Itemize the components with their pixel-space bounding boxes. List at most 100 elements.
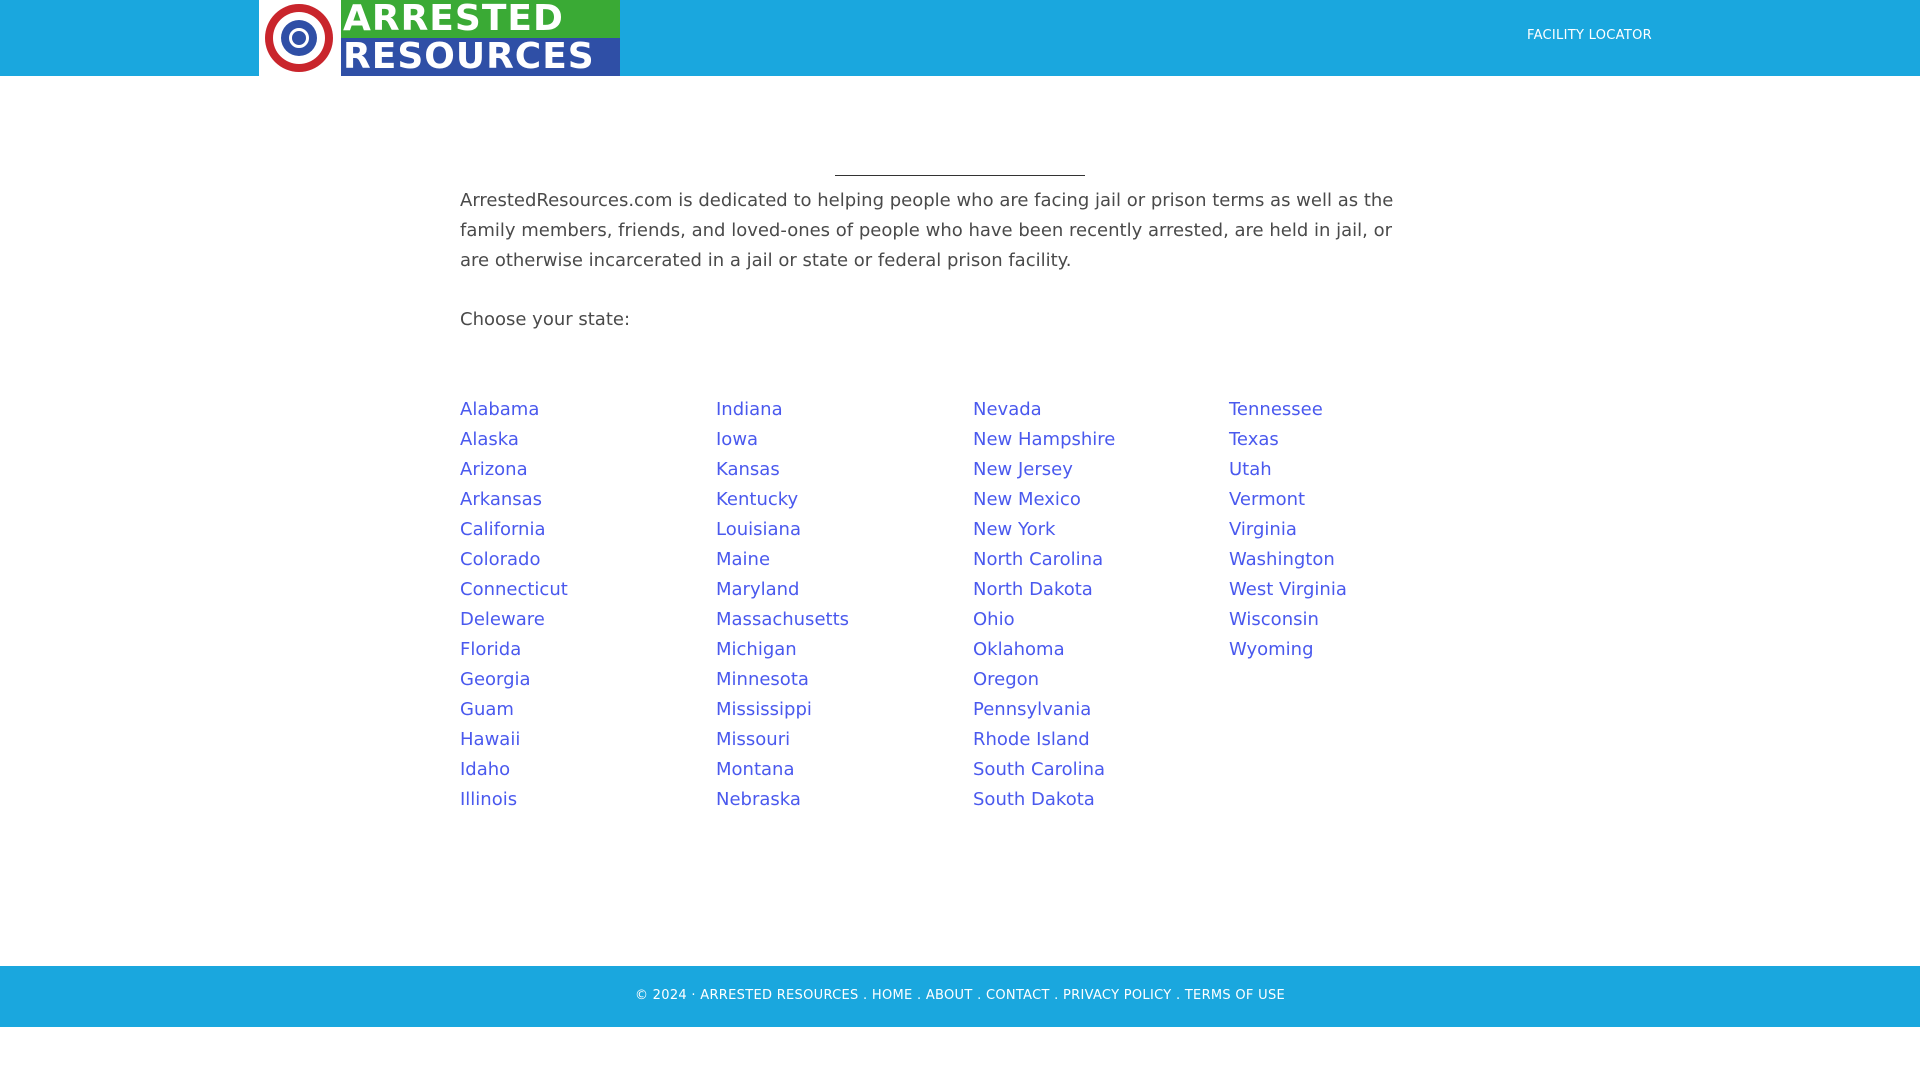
state-link-new-jersey[interactable]: New Jersey — [973, 459, 1073, 480]
state-link-kansas[interactable]: Kansas — [716, 459, 780, 480]
state-item: Virginia — [1229, 515, 1347, 545]
state-link-idaho[interactable]: Idaho — [460, 759, 510, 780]
state-link-maine[interactable]: Maine — [716, 549, 770, 570]
state-link-alaska[interactable]: Alaska — [460, 429, 519, 450]
state-item: Hawaii — [460, 725, 568, 755]
state-link-south-carolina[interactable]: South Carolina — [973, 759, 1105, 780]
state-link-illinois[interactable]: Illinois — [460, 789, 517, 810]
state-link-nebraska[interactable]: Nebraska — [716, 789, 801, 810]
footer-separator: . — [977, 988, 982, 1003]
state-link-guam[interactable]: Guam — [460, 699, 514, 720]
state-column-1: Alabama Alaska Arizona Arkansas Californ… — [460, 395, 568, 815]
logo-line-1: ARRESTED — [343, 0, 564, 39]
footer-link-privacy-policy[interactable]: PRIVACY POLICY — [1063, 988, 1172, 1003]
state-link-georgia[interactable]: Georgia — [460, 669, 531, 690]
state-item: Indiana — [716, 395, 849, 425]
logo-wordmark: ARRESTED RESOURCES — [341, 0, 620, 76]
state-item: Michigan — [716, 635, 849, 665]
state-link-hawaii[interactable]: Hawaii — [460, 729, 520, 750]
state-link-deleware[interactable]: Deleware — [460, 609, 545, 630]
state-link-pennsylvania[interactable]: Pennsylvania — [973, 699, 1091, 720]
state-item: Pennsylvania — [973, 695, 1115, 725]
state-item: Arkansas — [460, 485, 568, 515]
state-link-connecticut[interactable]: Connecticut — [460, 579, 568, 600]
state-link-tennessee[interactable]: Tennessee — [1229, 399, 1323, 420]
state-item: Guam — [460, 695, 568, 725]
state-link-vermont[interactable]: Vermont — [1229, 489, 1305, 510]
choose-state-label: Choose your state: — [460, 309, 631, 330]
state-item: Arizona — [460, 455, 568, 485]
state-item: Georgia — [460, 665, 568, 695]
state-link-oklahoma[interactable]: Oklahoma — [973, 639, 1065, 660]
logo-badge-area — [259, 0, 341, 76]
state-link-missouri[interactable]: Missouri — [716, 729, 790, 750]
state-link-arkansas[interactable]: Arkansas — [460, 489, 542, 510]
footer-link-about[interactable]: ABOUT — [926, 988, 973, 1003]
site-logo[interactable]: ARRESTED RESOURCES — [259, 0, 620, 76]
state-link-washington[interactable]: Washington — [1229, 549, 1335, 570]
state-item: California — [460, 515, 568, 545]
state-item: Maryland — [716, 575, 849, 605]
state-item: Maine — [716, 545, 849, 575]
state-item: Nevada — [973, 395, 1115, 425]
state-link-louisiana[interactable]: Louisiana — [716, 519, 801, 540]
footer-link-brand[interactable]: ARRESTED RESOURCES — [700, 988, 858, 1003]
state-item: Deleware — [460, 605, 568, 635]
state-link-florida[interactable]: Florida — [460, 639, 521, 660]
state-link-kentucky[interactable]: Kentucky — [716, 489, 798, 510]
state-item: New York — [973, 515, 1115, 545]
state-link-maryland[interactable]: Maryland — [716, 579, 799, 600]
state-link-california[interactable]: California — [460, 519, 545, 540]
state-item: Idaho — [460, 755, 568, 785]
state-link-michigan[interactable]: Michigan — [716, 639, 797, 660]
footer-separator: . — [1054, 988, 1059, 1003]
state-item: West Virginia — [1229, 575, 1347, 605]
state-link-virginia[interactable]: Virginia — [1229, 519, 1297, 540]
state-link-west-virginia[interactable]: West Virginia — [1229, 579, 1347, 600]
state-link-wyoming[interactable]: Wyoming — [1229, 639, 1314, 660]
state-item: Mississippi — [716, 695, 849, 725]
magnifying-glass-badge-icon — [265, 4, 333, 72]
footer-link-terms-of-use[interactable]: TERMS OF USE — [1185, 988, 1285, 1003]
state-link-oregon[interactable]: Oregon — [973, 669, 1039, 690]
state-item: New Jersey — [973, 455, 1115, 485]
state-link-indiana[interactable]: Indiana — [716, 399, 783, 420]
title-divider — [835, 175, 1085, 176]
state-item: Texas — [1229, 425, 1347, 455]
state-link-north-dakota[interactable]: North Dakota — [973, 579, 1093, 600]
state-link-new-mexico[interactable]: New Mexico — [973, 489, 1081, 510]
state-link-new-hampshire[interactable]: New Hampshire — [973, 429, 1115, 450]
footer-line: © 2024 · ARRESTED RESOURCES . HOME . ABO… — [635, 988, 1285, 1003]
state-link-nevada[interactable]: Nevada — [973, 399, 1042, 420]
state-link-arizona[interactable]: Arizona — [460, 459, 528, 480]
state-item: Nebraska — [716, 785, 849, 815]
state-link-montana[interactable]: Montana — [716, 759, 794, 780]
footer-link-contact[interactable]: CONTACT — [986, 988, 1050, 1003]
state-item: Wisconsin — [1229, 605, 1347, 635]
state-link-utah[interactable]: Utah — [1229, 459, 1272, 480]
footer-link-home[interactable]: HOME — [872, 988, 913, 1003]
state-link-minnesota[interactable]: Minnesota — [716, 669, 809, 690]
footer-copyright: © 2024 · — [634, 988, 696, 1003]
footer-separator: . — [863, 988, 868, 1003]
state-item: Massachusetts — [716, 605, 849, 635]
state-link-north-carolina[interactable]: North Carolina — [973, 549, 1103, 570]
state-item: South Carolina — [973, 755, 1115, 785]
nav-facility-locator[interactable]: FACILITY LOCATOR — [1527, 28, 1652, 43]
state-link-texas[interactable]: Texas — [1229, 429, 1279, 450]
state-item: Oklahoma — [973, 635, 1115, 665]
state-item: New Hampshire — [973, 425, 1115, 455]
state-item: Louisiana — [716, 515, 849, 545]
state-link-wisconsin[interactable]: Wisconsin — [1229, 609, 1319, 630]
state-item: Ohio — [973, 605, 1115, 635]
state-link-iowa[interactable]: Iowa — [716, 429, 758, 450]
state-link-ohio[interactable]: Ohio — [973, 609, 1015, 630]
state-link-massachusetts[interactable]: Massachusetts — [716, 609, 849, 630]
state-link-south-dakota[interactable]: South Dakota — [973, 789, 1095, 810]
state-link-new-york[interactable]: New York — [973, 519, 1055, 540]
state-link-rhode-island[interactable]: Rhode Island — [973, 729, 1090, 750]
state-link-alabama[interactable]: Alabama — [460, 399, 539, 420]
state-link-colorado[interactable]: Colorado — [460, 549, 540, 570]
state-link-mississippi[interactable]: Mississippi — [716, 699, 812, 720]
state-column-2: Indiana Iowa Kansas Kentucky Louisiana M… — [716, 395, 849, 815]
